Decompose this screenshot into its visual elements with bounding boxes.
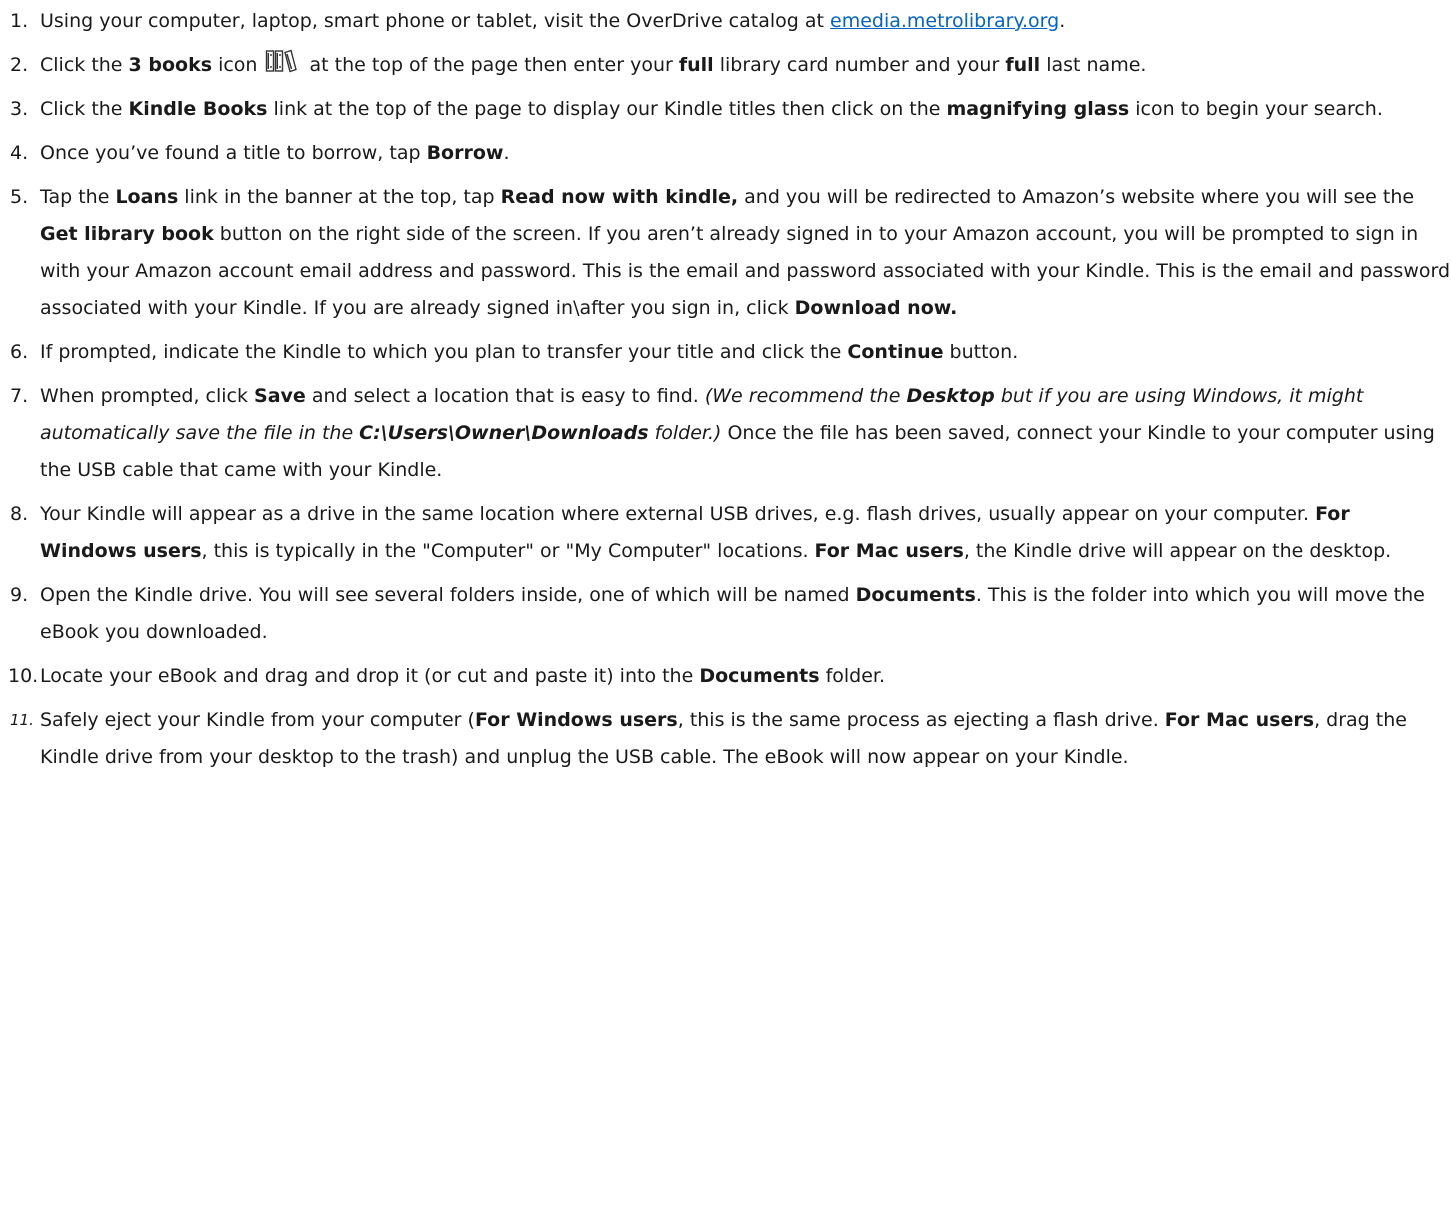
step-text: Using your computer, laptop, smart phone… bbox=[40, 10, 830, 32]
step-8: 8. Your Kindle will appear as a drive in… bbox=[0, 496, 1452, 570]
step-6: 6. If prompted, indicate the Kindle to w… bbox=[0, 334, 1452, 371]
step-number: 5. bbox=[10, 186, 29, 208]
step-number: 11. bbox=[10, 711, 34, 729]
instructions-document: 1. Using your computer, laptop, smart ph… bbox=[0, 0, 1452, 1217]
step-number: 8. bbox=[10, 503, 29, 525]
step-4: 4. Once you’ve found a title to borrow, … bbox=[0, 135, 1452, 172]
step-number: 6. bbox=[10, 341, 29, 363]
step-11: 11. Safely eject your Kindle from your c… bbox=[0, 702, 1452, 776]
step-9: 9. Open the Kindle drive. You will see s… bbox=[0, 577, 1452, 651]
step-1: 1. Using your computer, laptop, smart ph… bbox=[0, 3, 1452, 40]
step-number: 4. bbox=[10, 142, 29, 164]
step-2: 2. Click the 3 books icon at the top of … bbox=[0, 47, 1452, 84]
step-10: 10. Locate your eBook and drag and drop … bbox=[0, 658, 1452, 695]
step-3: 3. Click the Kindle Books link at the to… bbox=[0, 91, 1452, 128]
step-number: 3. bbox=[10, 98, 29, 120]
step-number: 7. bbox=[10, 385, 29, 407]
step-7: 7. When prompted, click Save and select … bbox=[0, 378, 1452, 489]
step-5: 5. Tap the Loans link in the banner at t… bbox=[0, 179, 1452, 327]
step-number: 10. bbox=[8, 665, 39, 687]
catalog-link[interactable]: emedia.metrolibrary.org bbox=[830, 10, 1059, 32]
bold-term: 3 books bbox=[128, 54, 213, 76]
step-number: 1. bbox=[10, 10, 29, 32]
three-books-icon bbox=[265, 49, 298, 73]
step-number: 2. bbox=[10, 54, 29, 76]
steps-list: 1. Using your computer, laptop, smart ph… bbox=[0, 3, 1452, 776]
step-number: 9. bbox=[10, 584, 29, 606]
